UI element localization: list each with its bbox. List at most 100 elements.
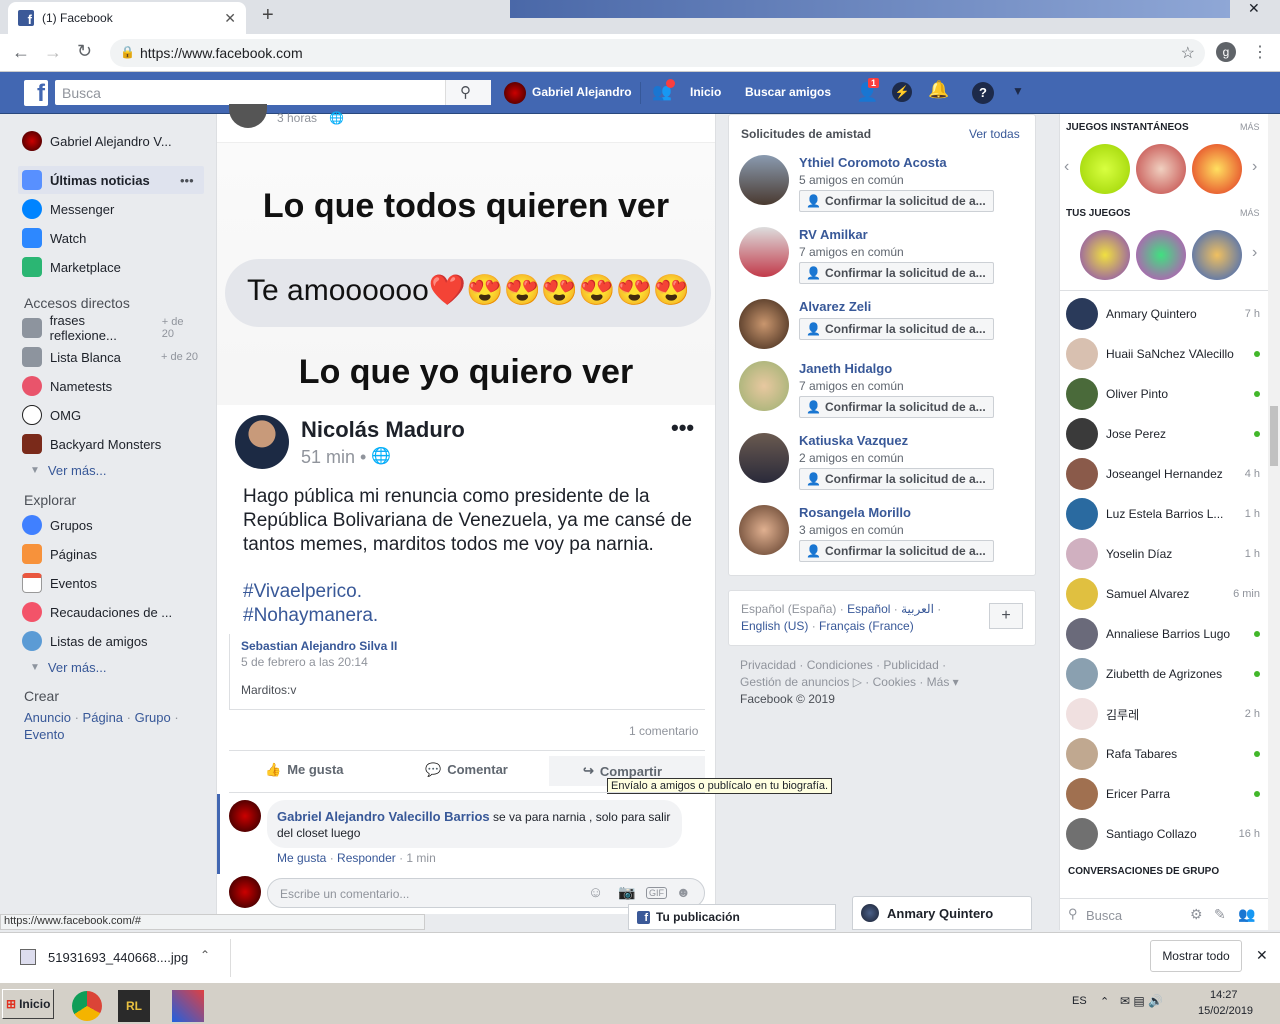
left-item-messenger[interactable]: Messenger <box>22 198 114 220</box>
search-input[interactable]: Busca ⚲ <box>55 80 491 105</box>
search-button[interactable]: ⚲ <box>445 80 491 105</box>
requester-name[interactable]: Ythiel Coromoto Acosta <box>799 155 947 170</box>
bookmark-star-icon[interactable]: ☆ <box>1181 43 1195 63</box>
see-all-requests-link[interactable]: Ver todas <box>969 127 1020 141</box>
chevron-right-icon[interactable]: › <box>1252 244 1257 262</box>
more-options-icon[interactable]: ••• <box>180 173 194 188</box>
post-image[interactable]: Lo que todos quieren ver Te amoooooo❤️😍😍… <box>217 142 715 629</box>
confirm-request-button[interactable]: 👤 Confirmar la solicitud de a... <box>799 318 994 340</box>
create-group-link[interactable]: Grupo <box>135 710 171 725</box>
chat-contact[interactable]: Ziubetth de Agrizones <box>1066 657 1260 691</box>
explore-item-fundraisers[interactable]: Recaudaciones de ... <box>22 601 172 623</box>
url-input[interactable]: 🔒 https://www.facebook.com ☆ <box>110 39 1205 67</box>
confirm-request-button[interactable]: 👤 Confirmar la solicitud de a... <box>799 468 994 490</box>
chat-contact[interactable]: Yoselin Díaz 1 h <box>1066 537 1260 571</box>
shared-author-link[interactable]: Sebastian Alejandro Silva II <box>241 639 397 653</box>
confirm-request-button[interactable]: 👤 Confirmar la solicitud de a... <box>799 540 994 562</box>
page-scrollbar[interactable] <box>1268 114 1280 930</box>
create-event-link[interactable]: Evento <box>24 727 64 742</box>
confirm-request-button[interactable]: 👤 Confirmar la solicitud de a... <box>799 396 994 418</box>
game-thumbnail[interactable] <box>1192 230 1242 280</box>
game-thumbnail[interactable] <box>1080 144 1130 194</box>
browser-menu-icon[interactable]: ⋮ <box>1252 42 1268 62</box>
game-thumbnail[interactable] <box>1136 144 1186 194</box>
chat-contact[interactable]: Luz Estela Barrios L... 1 h <box>1066 497 1260 531</box>
like-button[interactable]: 👍 Me gusta <box>265 762 344 778</box>
shortcut-item[interactable]: Lista Blanca + de 20 <box>22 346 198 368</box>
mutual-friends[interactable]: 2 amigos en común <box>799 451 904 465</box>
new-group-icon[interactable]: 👥 <box>1238 906 1255 923</box>
post-timestamp[interactable]: 3 horas <box>277 111 317 125</box>
chevron-right-icon[interactable]: › <box>1252 158 1257 176</box>
shared-date[interactable]: 5 de febrero a las 20:14 <box>241 655 368 669</box>
window-close-icon[interactable]: ✕ <box>1248 0 1260 17</box>
game-thumbnail[interactable] <box>1080 230 1130 280</box>
language-indicator[interactable]: ES <box>1072 995 1087 1007</box>
comment-like-link[interactable]: Me gusta <box>277 851 326 865</box>
user-avatar[interactable] <box>504 82 526 104</box>
profile-avatar[interactable]: g <box>1216 42 1236 62</box>
explore-item-pages[interactable]: Páginas <box>22 543 97 565</box>
camera-icon[interactable]: 📷 <box>618 884 635 901</box>
compose-icon[interactable]: ✎ <box>1214 906 1226 923</box>
chat-contact[interactable]: 김루레 2 h <box>1066 697 1260 731</box>
commenter-avatar[interactable] <box>229 800 261 832</box>
requester-name[interactable]: Katiuska Vazquez <box>799 433 908 448</box>
post-author-avatar[interactable] <box>229 104 267 128</box>
scrollbar-thumb[interactable] <box>1270 406 1278 466</box>
requester-avatar[interactable] <box>739 227 789 277</box>
footer-line[interactable]: Gestión de anuncios ▷ · Cookies · Más ▾ <box>740 674 959 691</box>
create-page-link[interactable]: Página <box>83 710 123 725</box>
profile-link[interactable]: Gabriel Alejandro <box>532 85 632 99</box>
app-taskbar-icon[interactable]: RL <box>118 990 150 1022</box>
start-button[interactable]: ⊞ Inicio <box>2 989 54 1019</box>
chat-contact[interactable]: Jose Perez <box>1066 417 1260 451</box>
your-post-dock-tab[interactable]: f Tu publicación <box>628 904 836 930</box>
comments-count-link[interactable]: 1 comentario <box>629 724 698 738</box>
new-tab-icon[interactable]: + <box>262 4 274 27</box>
requester-name[interactable]: Janeth Hidalgo <box>799 361 892 376</box>
sticker-icon[interactable]: ☻ <box>676 884 691 900</box>
see-more-shortcuts-link[interactable]: ▼ Ver más... <box>30 459 106 481</box>
shortcut-item[interactable]: OMG <box>22 404 81 426</box>
help-icon[interactable]: ? <box>972 82 994 104</box>
chat-contact[interactable]: Oliver Pinto <box>1066 377 1260 411</box>
explore-item-groups[interactable]: Grupos <box>22 514 93 536</box>
comment-author[interactable]: Gabriel Alejandro Valecillo Barrios <box>277 809 490 824</box>
left-profile-link[interactable]: Gabriel Alejandro V... <box>22 130 172 152</box>
find-friends-link[interactable]: Buscar amigos <box>745 85 831 99</box>
game-thumbnail[interactable] <box>1192 144 1242 194</box>
requester-name[interactable]: RV Amilkar <box>799 227 868 242</box>
comment-button[interactable]: 💬 Comentar <box>425 762 508 778</box>
more-games-link[interactable]: MÁS <box>1240 122 1260 132</box>
confirm-request-button[interactable]: 👤 Confirmar la solicitud de a... <box>799 190 994 212</box>
show-all-downloads-button[interactable]: Mostrar todo <box>1150 940 1242 972</box>
shortcut-item[interactable]: Nametests <box>22 375 112 397</box>
forward-icon[interactable]: → <box>44 42 62 63</box>
chat-search-bar[interactable]: ⚲ Busca ⚙ ✎ 👥 <box>1060 898 1270 930</box>
chevron-left-icon[interactable]: ‹ <box>1064 158 1069 176</box>
requester-avatar[interactable] <box>739 299 789 349</box>
requester-name[interactable]: Rosangela Morillo <box>799 505 911 520</box>
chevron-up-icon[interactable]: ⌃ <box>200 948 210 962</box>
requester-name[interactable]: Alvarez Zeli <box>799 299 871 314</box>
comment-time[interactable]: 1 min <box>406 851 435 865</box>
tray-icons[interactable]: ✉ ▤ 🔊 <box>1120 994 1163 1008</box>
notifications-bell-icon[interactable]: 🔔 <box>928 80 949 100</box>
mutual-friends[interactable]: 7 amigos en común <box>799 379 904 393</box>
footer-line[interactable]: Privacidad · Condiciones · Publicidad · <box>740 657 959 674</box>
add-language-button[interactable]: + <box>989 603 1023 629</box>
language-link[interactable]: English (US) <box>741 619 808 633</box>
chat-contact[interactable]: Santiago Collazo 16 h <box>1066 817 1260 851</box>
tray-expand-icon[interactable]: ⌃ <box>1100 995 1109 1008</box>
comment-reply-link[interactable]: Responder <box>337 851 396 865</box>
emoji-icon[interactable]: ☺ <box>588 884 603 901</box>
requester-avatar[interactable] <box>739 505 789 555</box>
account-menu-chevron-icon[interactable]: ▼ <box>1012 84 1024 98</box>
chat-contact[interactable]: Huaii SaNchez VAlecillo <box>1066 337 1260 371</box>
language-link[interactable]: Français (France) <box>819 619 914 633</box>
requester-avatar[interactable] <box>739 433 789 483</box>
close-tab-icon[interactable]: ✕ <box>224 10 236 27</box>
left-item-news-feed[interactable]: Últimas noticias ••• <box>22 169 194 191</box>
gear-icon[interactable]: ⚙ <box>1190 906 1203 923</box>
